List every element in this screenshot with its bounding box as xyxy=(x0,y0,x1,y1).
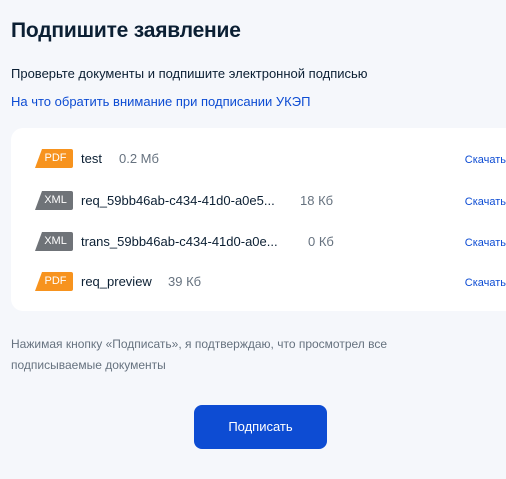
documents-card: PDF test 0.2 Мб Скачать XML req_59bb46ab… xyxy=(11,128,506,311)
consent-note: Нажимая кнопку «Подписать», я подтвержда… xyxy=(11,337,388,372)
file-type-label: PDF xyxy=(44,152,67,164)
file-name: test xyxy=(81,151,102,166)
download-link[interactable]: Скачать xyxy=(465,196,506,208)
page-subtitle: Проверьте документы и подпишите электрон… xyxy=(11,66,368,81)
file-name: req_preview xyxy=(81,274,152,289)
file-size: 39 Кб xyxy=(168,274,202,289)
download-link[interactable]: Скачать xyxy=(465,237,506,249)
xml-file-icon: XML xyxy=(35,232,73,251)
signing-tips-link[interactable]: На что обратить внимание при подписании … xyxy=(11,94,310,109)
pdf-file-icon: PDF xyxy=(35,149,73,168)
download-link[interactable]: Скачать xyxy=(465,154,506,166)
file-size: 0 Кб xyxy=(308,234,334,249)
file-row-preview: PDF req_preview 39 Кб Скачать xyxy=(35,271,506,293)
download-link[interactable]: Скачать xyxy=(465,277,506,289)
file-type-label: XML xyxy=(44,235,67,247)
xml-file-icon: XML xyxy=(35,191,73,210)
file-row-trans: XML trans_59bb46ab-c434-41d0-a0e... 0 Кб… xyxy=(35,231,506,253)
file-size: 18 Кб xyxy=(300,193,334,208)
file-type-label: XML xyxy=(44,194,67,206)
file-name: trans_59bb46ab-c434-41d0-a0e... xyxy=(81,234,278,249)
sign-button[interactable]: Подписать xyxy=(194,405,327,449)
file-row-test: PDF test 0.2 Мб Скачать xyxy=(35,148,506,170)
file-name: req_59bb46ab-c434-41d0-a0e5... xyxy=(81,193,275,208)
page-title: Подпишите заявление xyxy=(11,19,241,42)
sign-application-panel: Подпишите заявление Проверьте документы … xyxy=(0,0,506,479)
pdf-file-icon: PDF xyxy=(35,272,73,291)
file-row-req: XML req_59bb46ab-c434-41d0-a0e5... 18 Кб… xyxy=(35,190,506,212)
file-size: 0.2 Мб xyxy=(119,151,159,166)
file-type-label: PDF xyxy=(44,275,67,287)
